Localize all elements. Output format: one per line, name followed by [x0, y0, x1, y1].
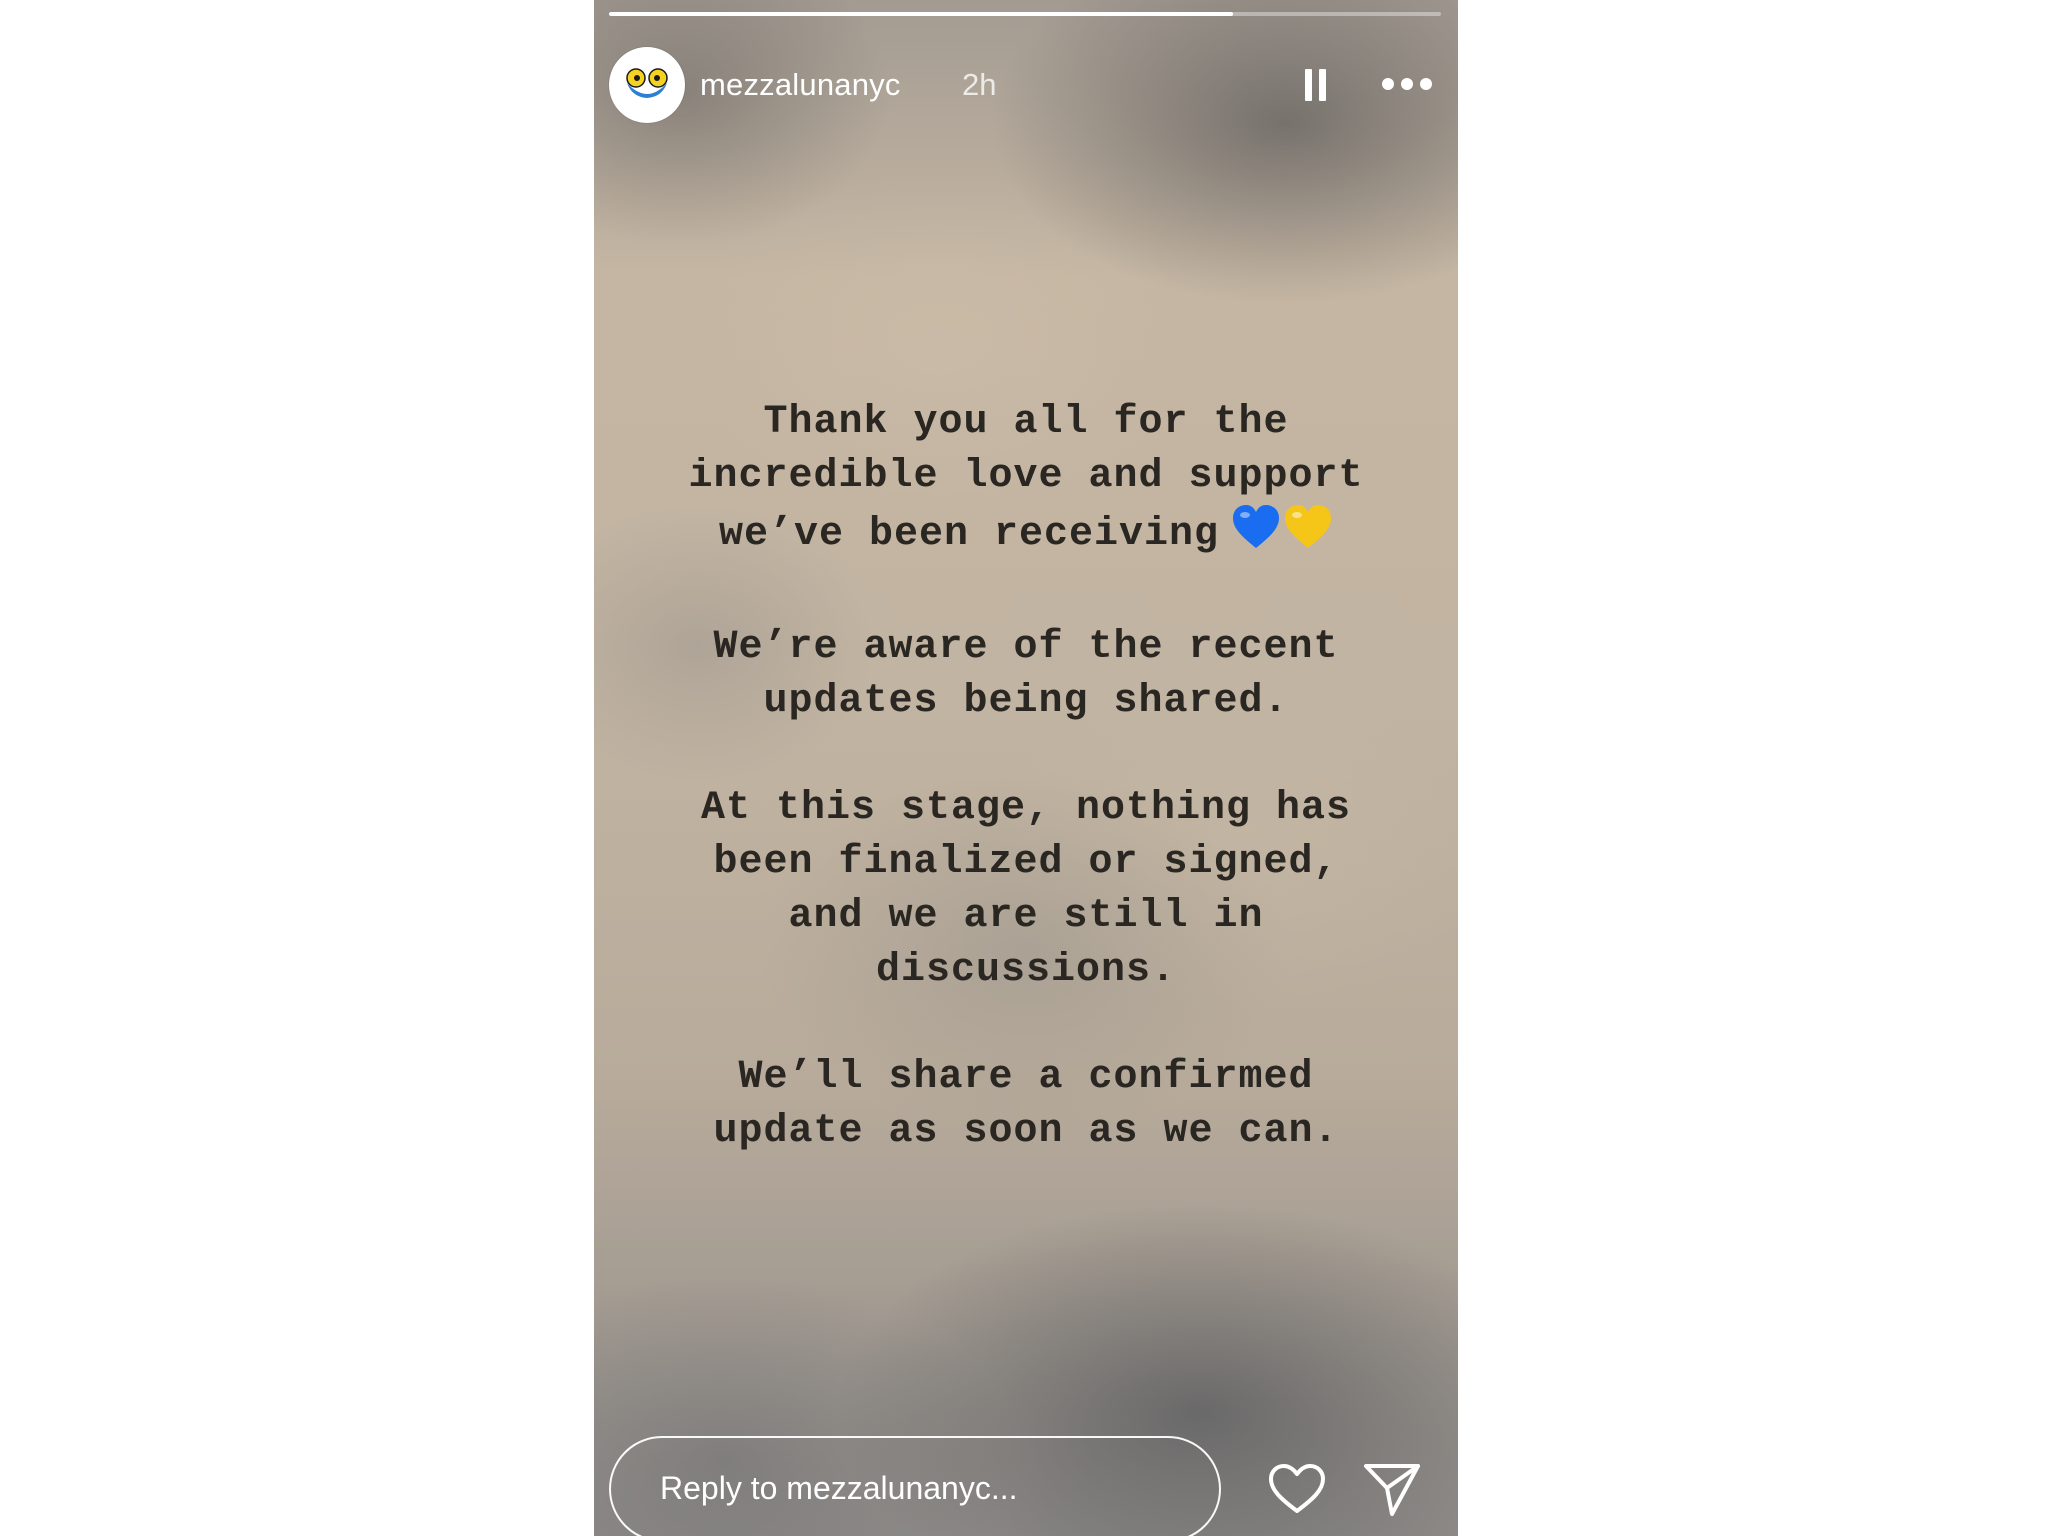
story-header: mezzalunanyc 2h [609, 45, 1443, 127]
heart-icon [1269, 1464, 1325, 1513]
share-button[interactable] [1362, 1460, 1422, 1518]
story-viewer[interactable]: mezzalunanyc 2h Thank you all for the in… [594, 0, 1458, 1536]
reply-placeholder: Reply to mezzalunanyc... [660, 1470, 1018, 1506]
story-timestamp: 2h [962, 67, 997, 102]
story-message: Thank you all for the incredible love an… [604, 396, 1448, 1159]
pause-button[interactable] [1301, 65, 1331, 105]
story-progress-fill [609, 12, 1233, 16]
message-paragraph-update: We’ll share a confirmed update as soon a… [713, 1055, 1339, 1154]
send-icon [1364, 1464, 1420, 1516]
more-options-button[interactable] [1380, 71, 1434, 97]
blue-heart-icon [1231, 504, 1281, 568]
message-paragraph-aware: We’re aware of the recent updates being … [713, 625, 1339, 724]
message-paragraph-thanks: Thank you all for the incredible love an… [604, 396, 1448, 568]
story-progress-bar [609, 12, 1441, 16]
mezzaluna-logo-icon [626, 68, 668, 98]
avatar[interactable] [609, 47, 685, 123]
like-button[interactable] [1267, 1462, 1327, 1516]
yellow-heart-icon [1283, 504, 1333, 568]
message-paragraph-status: At this stage, nothing has been finalize… [700, 786, 1352, 993]
story-username[interactable]: mezzalunanyc [700, 65, 901, 105]
reply-input[interactable]: Reply to mezzalunanyc... [609, 1436, 1221, 1536]
